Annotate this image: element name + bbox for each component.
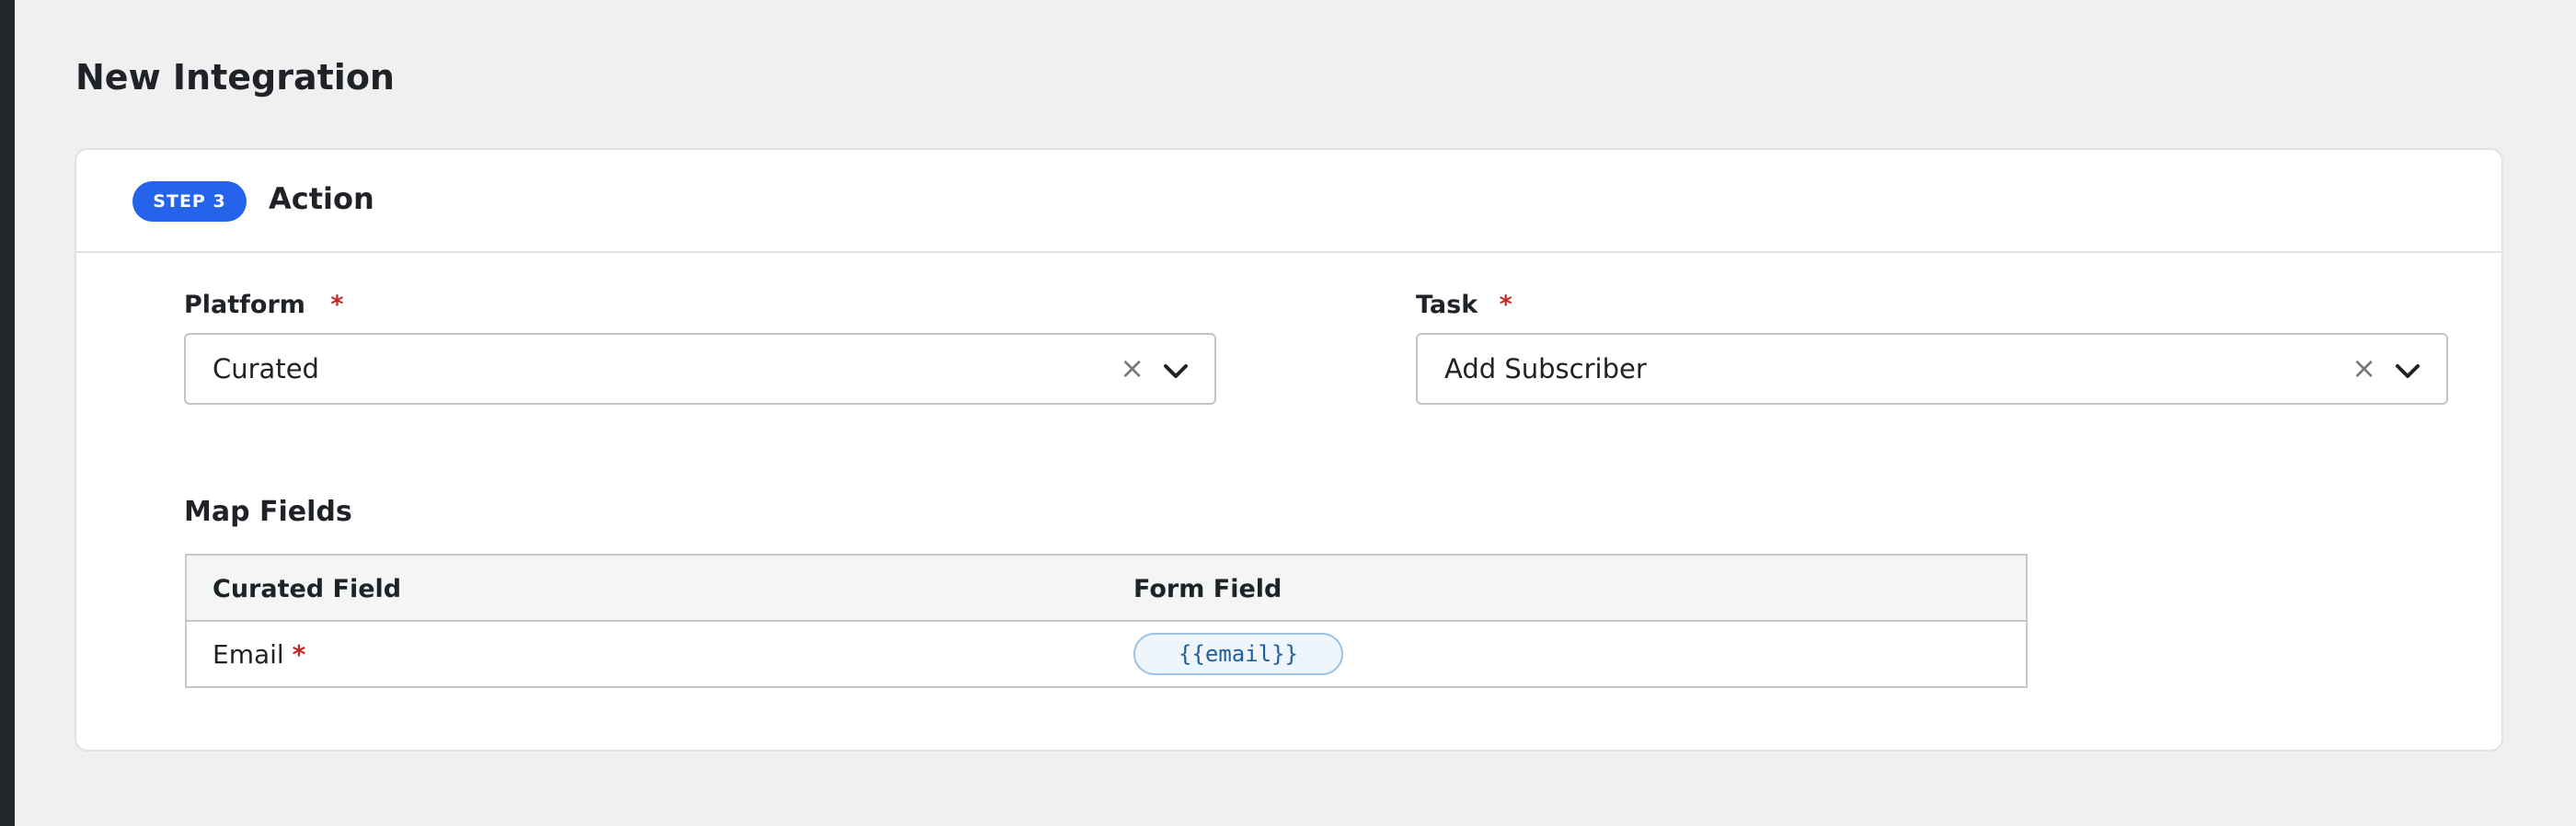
required-mark: * [330,291,344,319]
table-header: Curated Field Form Field [187,556,2026,622]
step-title: Action [269,181,374,216]
task-label: Task * [1416,291,1512,319]
column-header-form-field: Form Field [1133,575,1282,603]
platform-label: Platform * [184,291,343,319]
step-card: STEP 3 Action Platform * Curated × Task … [75,148,2503,751]
platform-label-text: Platform [184,291,305,319]
close-icon[interactable]: × [2352,350,2376,385]
map-fields-title: Map Fields [184,496,352,528]
column-header-curated-field: Curated Field [213,575,402,603]
curated-field-cell: Email * [213,639,305,670]
platform-select[interactable]: Curated × [184,333,1216,405]
curated-field-name: Email [213,639,284,670]
window-edge [0,0,15,826]
required-mark: * [1499,291,1512,319]
task-select-value: Add Subscriber [1444,353,1647,384]
map-fields-table: Curated Field Form Field Email * {{email… [185,554,2028,688]
chevron-down-icon[interactable] [2395,362,2421,381]
task-label-text: Task [1416,291,1478,319]
page-title: New Integration [75,57,395,98]
task-select[interactable]: Add Subscriber × [1416,333,2448,405]
close-icon[interactable]: × [1120,350,1144,385]
platform-select-value: Curated [213,353,319,384]
form-field-token[interactable]: {{email}} [1133,633,1343,675]
required-mark: * [292,639,306,670]
chevron-down-icon[interactable] [1163,362,1189,381]
step-header: STEP 3 Action [76,150,2501,253]
step-badge: STEP 3 [132,181,247,222]
